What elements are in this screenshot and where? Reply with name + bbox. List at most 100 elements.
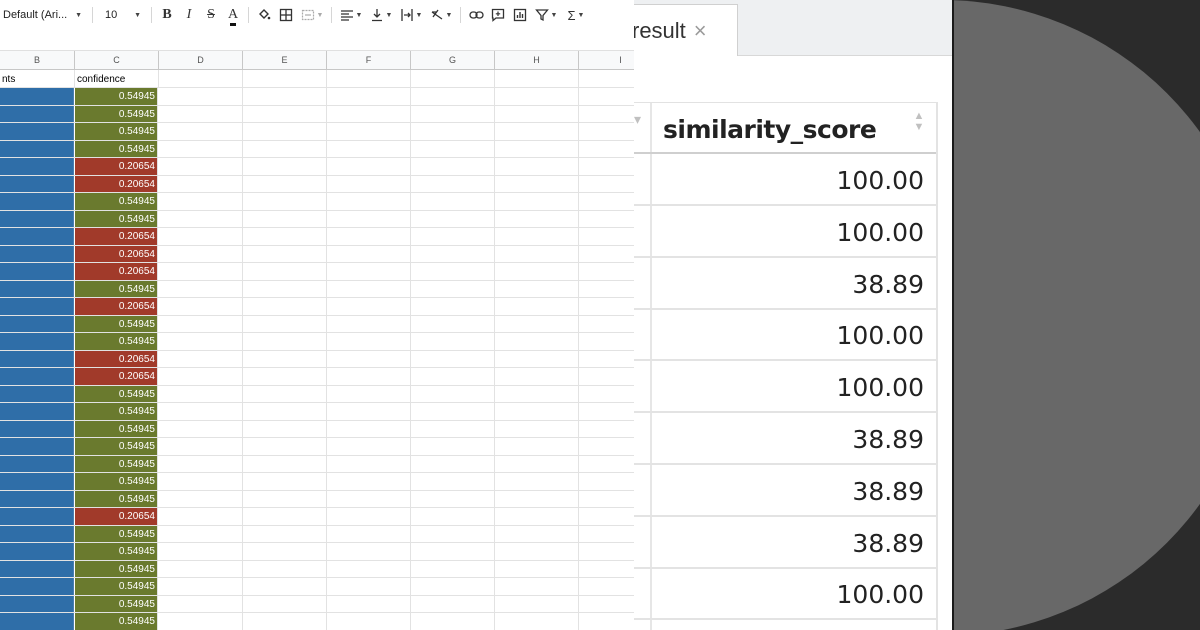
cell-c-confidence[interactable]: 0.54945 bbox=[75, 473, 158, 490]
sort-icon[interactable]: ▾ bbox=[634, 111, 641, 128]
empty-cell[interactable] bbox=[243, 385, 327, 402]
empty-cell[interactable] bbox=[579, 88, 634, 105]
empty-cell[interactable] bbox=[495, 298, 579, 315]
empty-cell[interactable] bbox=[495, 595, 579, 612]
empty-cell[interactable] bbox=[579, 263, 634, 280]
empty-cell[interactable] bbox=[579, 246, 634, 263]
cell-i-header[interactable] bbox=[579, 70, 634, 88]
empty-cell[interactable] bbox=[411, 263, 495, 280]
empty-cell[interactable] bbox=[327, 333, 411, 350]
empty-cell[interactable] bbox=[579, 176, 634, 193]
functions-button[interactable]: Σ ▼ bbox=[561, 0, 591, 30]
horizontal-align-button[interactable]: ▼ bbox=[336, 0, 366, 30]
cell-b[interactable] bbox=[0, 368, 74, 385]
cell-c-confidence[interactable]: 0.54945 bbox=[75, 210, 158, 227]
cell-c-confidence[interactable]: 0.54945 bbox=[75, 455, 158, 472]
empty-cell[interactable] bbox=[243, 578, 327, 595]
empty-cell[interactable] bbox=[495, 228, 579, 245]
vertical-align-button[interactable]: ▼ bbox=[366, 0, 396, 30]
empty-cell[interactable] bbox=[159, 368, 243, 385]
empty-cell[interactable] bbox=[159, 350, 243, 367]
column-header-g[interactable]: G bbox=[411, 51, 495, 70]
empty-cell[interactable] bbox=[243, 245, 327, 262]
cell-c-confidence[interactable]: 0.20654 bbox=[75, 158, 158, 175]
fill-color-button[interactable] bbox=[253, 0, 275, 30]
close-icon[interactable]: × bbox=[694, 18, 707, 44]
cell-b[interactable] bbox=[0, 333, 74, 350]
cell-b[interactable] bbox=[0, 525, 74, 542]
cell-b[interactable] bbox=[0, 543, 74, 560]
column-header-e[interactable]: E bbox=[243, 51, 327, 70]
text-wrap-button[interactable]: ▼ bbox=[396, 0, 426, 30]
empty-cell[interactable] bbox=[327, 88, 411, 105]
empty-cell[interactable] bbox=[243, 490, 327, 507]
text-rotation-button[interactable]: ▼ bbox=[426, 0, 456, 30]
empty-cell[interactable] bbox=[243, 508, 327, 525]
empty-cell[interactable] bbox=[159, 245, 243, 262]
empty-cell[interactable] bbox=[495, 508, 579, 525]
empty-cell[interactable] bbox=[579, 491, 634, 508]
cell-c-confidence[interactable]: 0.54945 bbox=[75, 280, 158, 297]
empty-cell[interactable] bbox=[243, 263, 327, 280]
empty-cell[interactable] bbox=[579, 473, 634, 490]
cell-c-confidence[interactable]: 0.20654 bbox=[75, 245, 158, 262]
empty-cell[interactable] bbox=[579, 561, 634, 578]
empty-cell[interactable] bbox=[327, 578, 411, 595]
empty-cell[interactable] bbox=[495, 88, 579, 105]
cell-c-confidence[interactable]: 0.20654 bbox=[75, 350, 158, 367]
cell-c-confidence[interactable]: 0.20654 bbox=[75, 368, 158, 385]
empty-cell[interactable] bbox=[327, 193, 411, 210]
cell-c-confidence[interactable]: 0.54945 bbox=[75, 403, 158, 420]
empty-cell[interactable] bbox=[411, 210, 495, 227]
empty-cell[interactable] bbox=[495, 525, 579, 542]
column-header-d[interactable]: D bbox=[159, 51, 243, 70]
empty-cell[interactable] bbox=[495, 158, 579, 175]
cell-h-header[interactable] bbox=[495, 70, 579, 88]
empty-cell[interactable] bbox=[495, 543, 579, 560]
insert-chart-button[interactable] bbox=[509, 0, 531, 30]
empty-cell[interactable] bbox=[327, 455, 411, 472]
empty-cell[interactable] bbox=[411, 158, 495, 175]
empty-cell[interactable] bbox=[243, 543, 327, 560]
cell-c-confidence[interactable]: 0.54945 bbox=[75, 578, 158, 595]
empty-cell[interactable] bbox=[495, 368, 579, 385]
empty-cell[interactable] bbox=[495, 438, 579, 455]
empty-cell[interactable] bbox=[159, 140, 243, 157]
empty-cell[interactable] bbox=[495, 490, 579, 507]
empty-cell[interactable] bbox=[159, 578, 243, 595]
empty-cell[interactable] bbox=[411, 368, 495, 385]
empty-cell[interactable] bbox=[327, 228, 411, 245]
cell-b[interactable] bbox=[0, 175, 74, 192]
empty-cell[interactable] bbox=[243, 368, 327, 385]
empty-cell[interactable] bbox=[411, 578, 495, 595]
empty-cell[interactable] bbox=[495, 263, 579, 280]
empty-cell[interactable] bbox=[579, 193, 634, 210]
cell-c-header[interactable]: confidence bbox=[75, 70, 159, 88]
empty-cell[interactable] bbox=[495, 245, 579, 262]
empty-cell[interactable] bbox=[159, 508, 243, 525]
empty-cell[interactable] bbox=[495, 455, 579, 472]
empty-cell[interactable] bbox=[327, 140, 411, 157]
empty-cell[interactable] bbox=[411, 333, 495, 350]
empty-cell[interactable] bbox=[411, 175, 495, 192]
empty-cell[interactable] bbox=[327, 438, 411, 455]
cell-c-confidence[interactable]: 0.20654 bbox=[75, 228, 158, 245]
font-size-select[interactable]: 10 ▼ bbox=[97, 0, 147, 30]
empty-cell[interactable] bbox=[243, 158, 327, 175]
empty-cell[interactable] bbox=[327, 175, 411, 192]
empty-cell[interactable] bbox=[495, 473, 579, 490]
cell-c-confidence[interactable]: 0.54945 bbox=[75, 613, 158, 630]
cell-c-confidence[interactable]: 0.54945 bbox=[75, 560, 158, 577]
empty-cell[interactable] bbox=[579, 438, 634, 455]
empty-cell[interactable] bbox=[159, 298, 243, 315]
column-header-c[interactable]: C bbox=[75, 51, 159, 70]
empty-cell[interactable] bbox=[243, 613, 327, 630]
cell-c-confidence[interactable]: 0.20654 bbox=[75, 508, 158, 525]
cell-b[interactable] bbox=[0, 578, 74, 595]
strikethrough-button[interactable]: S bbox=[200, 0, 222, 30]
empty-cell[interactable] bbox=[579, 543, 634, 560]
column-header-f[interactable]: F bbox=[327, 51, 411, 70]
empty-cell[interactable] bbox=[495, 105, 579, 122]
empty-cell[interactable] bbox=[243, 105, 327, 122]
cell-c-confidence[interactable]: 0.54945 bbox=[75, 193, 158, 210]
